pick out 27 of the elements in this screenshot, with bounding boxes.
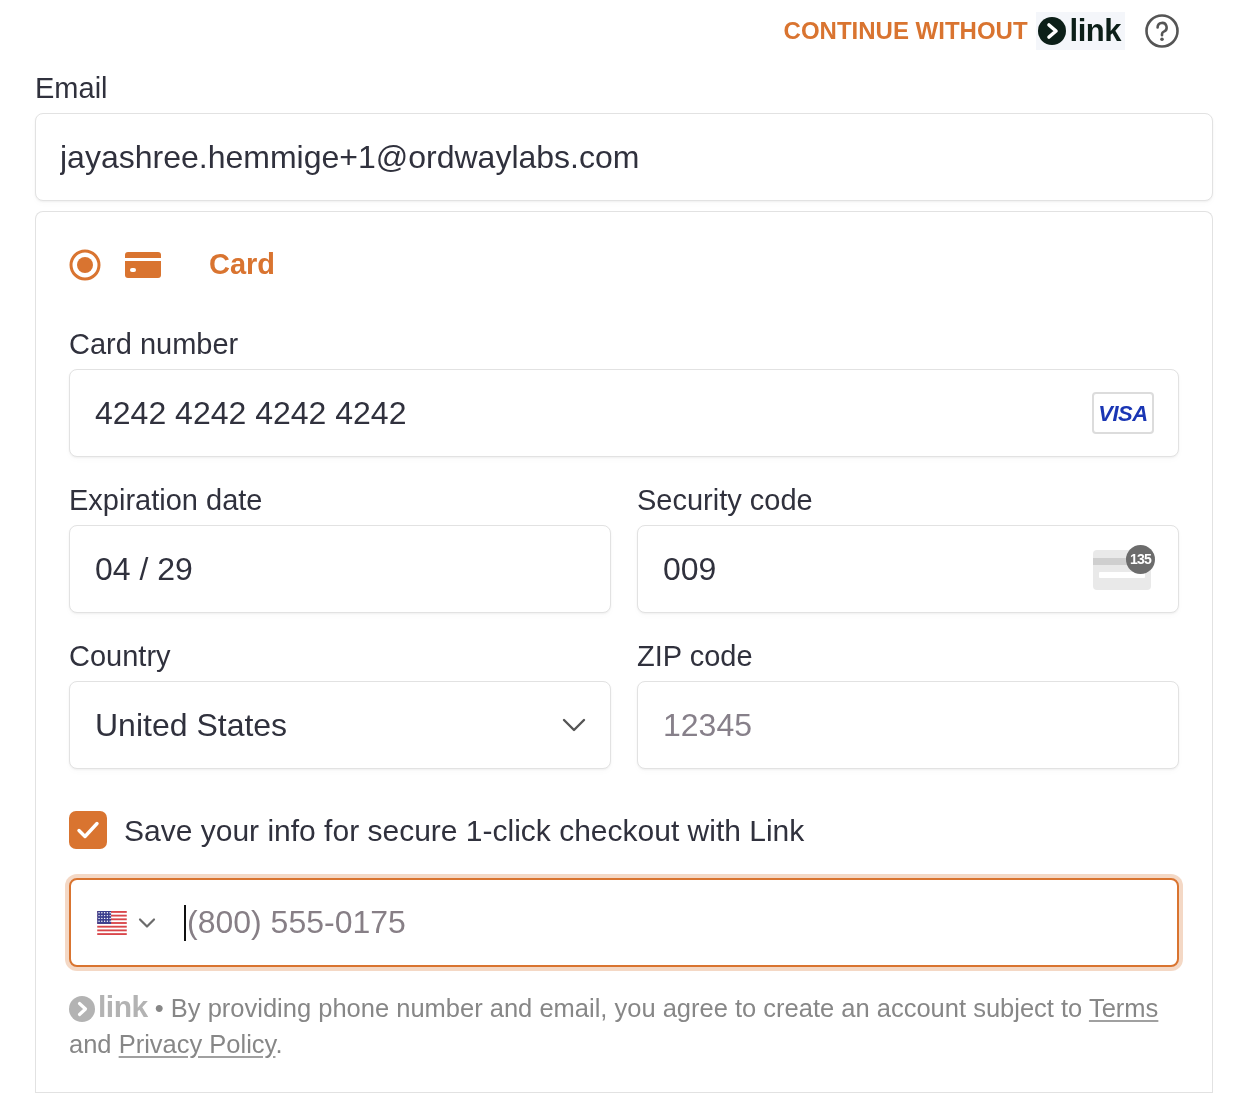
- email-input[interactable]: jayashree.hemmige+1@ordwaylabs.com: [35, 113, 1213, 201]
- field-label: Country: [69, 640, 171, 672]
- credit-card-icon: [125, 252, 161, 278]
- field-label: Card number: [69, 328, 239, 360]
- chevron-circle-icon: [69, 996, 95, 1022]
- chevron-down-icon[interactable]: [138, 917, 156, 928]
- field-label: ZIP code: [637, 640, 753, 672]
- radio-button[interactable]: [69, 249, 101, 281]
- legal-text: link • By providing phone number and email, you agree to create an account subject to Terms and Privacy Policy.: [69, 989, 1160, 1060]
- chevron-down-icon: [562, 718, 586, 732]
- input-field[interactable]: 12345: [637, 681, 1179, 769]
- help-icon[interactable]: [1145, 14, 1179, 48]
- checkbox-label[interactable]: Save your info for secure 1-click checkout with Link: [124, 807, 805, 853]
- text-cursor: [184, 904, 186, 941]
- privacy-policy-link[interactable]: Privacy Policy: [118, 1030, 276, 1058]
- input-field[interactable]: 04 / 29: [69, 525, 611, 613]
- field-label: Security code: [637, 484, 813, 516]
- checkbox[interactable]: [69, 811, 107, 849]
- field-label: Email: [35, 72, 108, 104]
- card-brand-logo: VISA: [1092, 392, 1154, 434]
- phone-input[interactable]: (800) 555-0175: [69, 878, 1179, 967]
- flag-icon[interactable]: [96, 910, 128, 935]
- field-label: Expiration date: [69, 484, 263, 516]
- continue-without-link-button[interactable]: CONTINUE WITHOUT link: [783, 12, 1125, 50]
- country-select[interactable]: United States: [69, 681, 611, 769]
- chevron-circle-icon: [1037, 17, 1066, 45]
- terms-link[interactable]: Terms: [1088, 994, 1159, 1022]
